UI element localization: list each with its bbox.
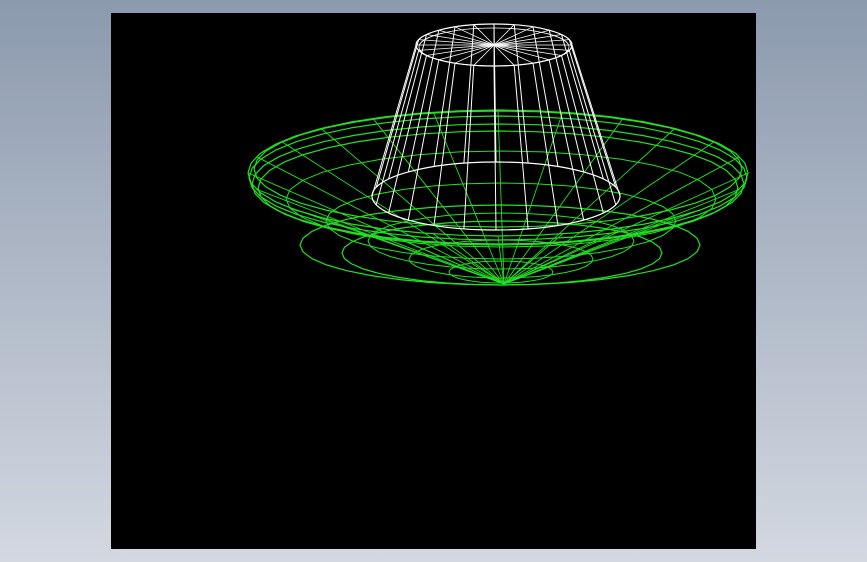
bowl-wireframe[interactable] bbox=[247, 109, 749, 286]
bowl-meridian bbox=[503, 172, 749, 285]
bowl-meridian bbox=[503, 156, 740, 285]
cup-side-edge bbox=[388, 34, 427, 180]
cad-3d-viewport[interactable] bbox=[111, 13, 756, 549]
cup-side-edge bbox=[407, 30, 440, 173]
bowl-meridian bbox=[503, 118, 624, 285]
cup-side-edge bbox=[548, 59, 585, 221]
wireframe-scene[interactable] bbox=[111, 13, 756, 549]
bowl-meridian bbox=[503, 217, 675, 285]
cup-wireframe[interactable] bbox=[371, 23, 621, 231]
